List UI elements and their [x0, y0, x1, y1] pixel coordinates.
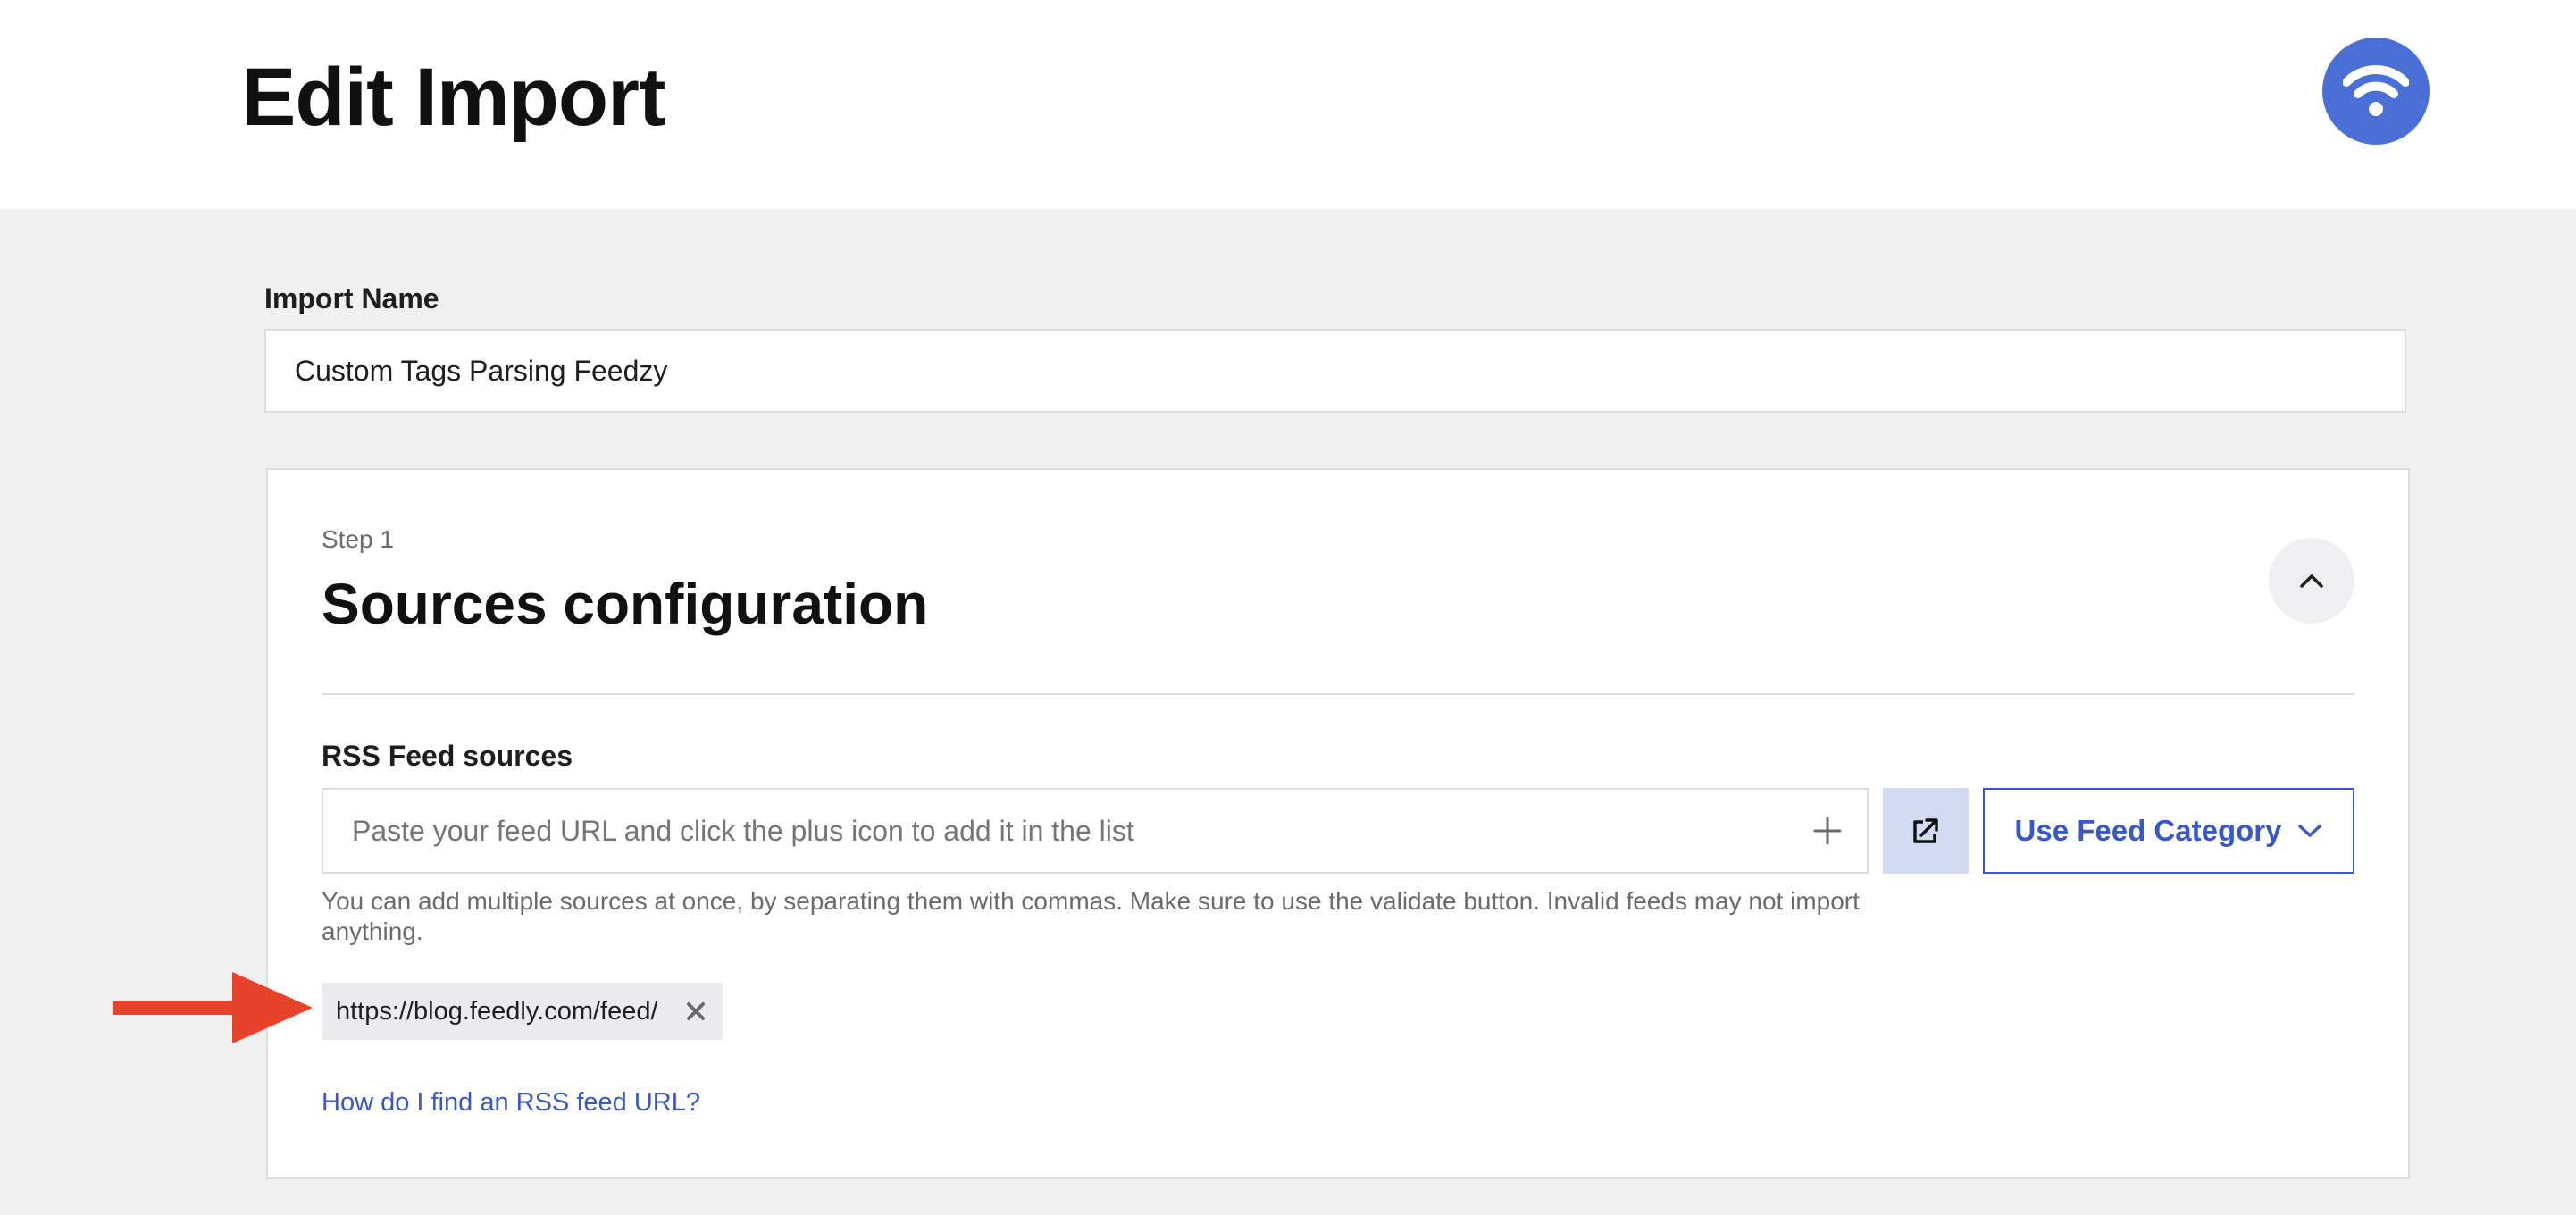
- page-header: Edit Import: [0, 0, 2576, 209]
- feed-tag: https://blog.feedly.com/feed/: [322, 983, 723, 1040]
- page-title: Edit Import: [241, 52, 666, 143]
- section-divider: [322, 693, 2354, 695]
- close-icon: [686, 1002, 705, 1020]
- feed-url-field: [322, 788, 1869, 874]
- add-feed-button[interactable]: [1806, 809, 1849, 852]
- validate-feed-button[interactable]: [1883, 788, 1969, 874]
- chevron-down-icon: [2298, 825, 2322, 837]
- collapse-section-button[interactable]: [2269, 538, 2354, 624]
- remove-feed-tag-button[interactable]: [682, 997, 710, 1026]
- use-feed-category-label: Use Feed Category: [2014, 814, 2282, 847]
- import-name-input[interactable]: [264, 329, 2406, 413]
- plus-icon: [1813, 817, 1842, 845]
- step-label: Step 1: [322, 525, 394, 553]
- chevron-up-icon: [2300, 574, 2323, 588]
- arrow-right-icon: [113, 972, 313, 1043]
- external-link-icon: [1913, 818, 1938, 843]
- brand-logo: [2322, 38, 2430, 145]
- feed-help-text: You can add multiple sources at once, by…: [322, 887, 1860, 945]
- find-rss-url-link[interactable]: How do I find an RSS feed URL?: [322, 1088, 700, 1118]
- feed-url-input[interactable]: [323, 790, 1752, 872]
- import-name-label: Import Name: [264, 282, 439, 314]
- use-feed-category-button[interactable]: Use Feed Category: [1983, 788, 2354, 874]
- rss-feed-sources-label: RSS Feed sources: [322, 740, 573, 772]
- section-title: Sources configuration: [322, 572, 929, 636]
- wifi-icon: [2343, 65, 2409, 116]
- sources-configuration-card: Step 1 Sources configuration RSS Feed so…: [266, 468, 2410, 1179]
- feed-tag-label: https://blog.feedly.com/feed/: [336, 996, 658, 1026]
